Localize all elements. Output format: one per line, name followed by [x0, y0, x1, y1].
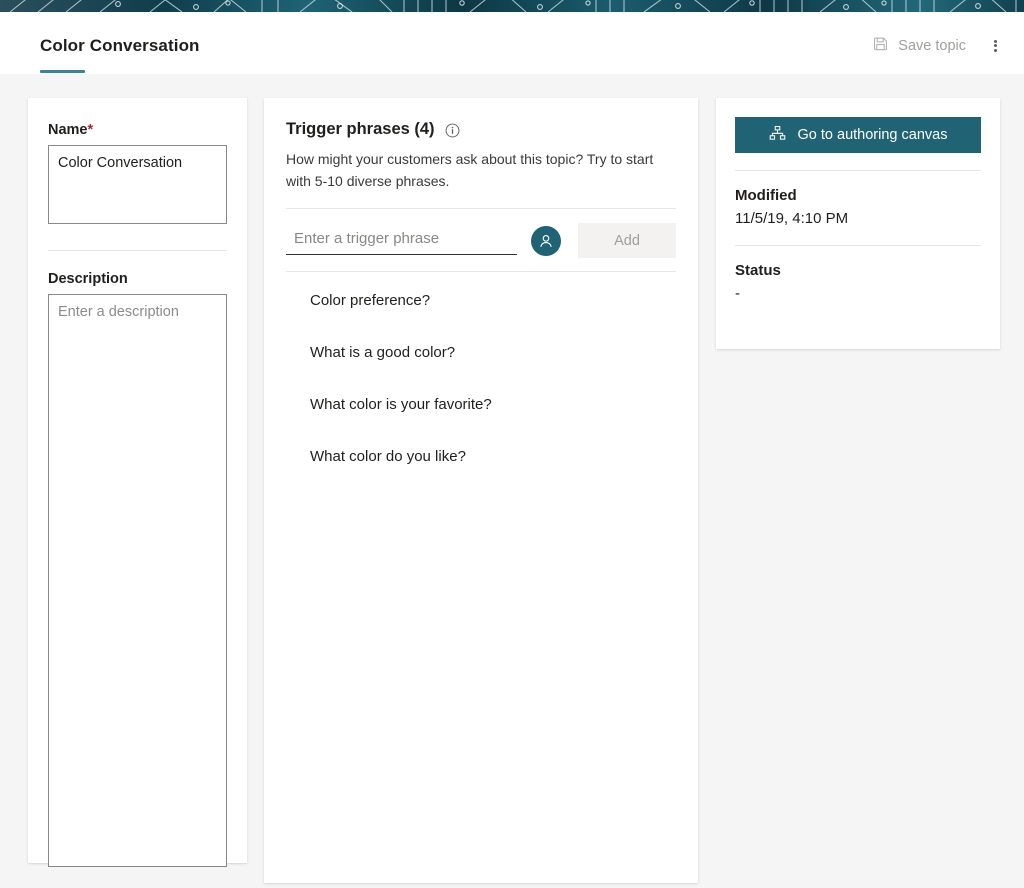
description-field-label: Description	[48, 271, 227, 287]
topic-details-card: Go to authoring canvas Modified 11/5/19,…	[716, 98, 1000, 349]
properties-divider	[48, 250, 227, 251]
modified-label: Modified	[735, 187, 981, 204]
name-input[interactable]	[48, 145, 227, 224]
trigger-phrases-card: Trigger phrases (4) How might your custo…	[264, 98, 698, 883]
details-divider-2	[735, 245, 981, 246]
save-topic-button[interactable]: Save topic	[864, 30, 976, 61]
save-topic-label: Save topic	[898, 38, 966, 54]
save-floppy-icon	[872, 35, 889, 56]
description-input[interactable]	[48, 294, 227, 867]
required-asterisk: *	[88, 122, 94, 138]
circuit-pattern-graphic	[0, 0, 1024, 12]
trigger-phrase-input[interactable]	[286, 226, 517, 255]
status-value: -	[735, 285, 981, 302]
circuit-pattern-banner	[0, 0, 1024, 12]
topic-properties-card: Name* Description	[28, 98, 247, 863]
topic-header: Color Conversation Save topic	[0, 12, 1024, 74]
modified-value: 11/5/19, 4:10 PM	[735, 210, 981, 227]
list-item[interactable]: What is a good color?	[286, 326, 676, 378]
name-field-label: Name*	[48, 122, 227, 138]
details-divider-1	[735, 170, 981, 171]
trigger-phrases-header: Trigger phrases (4)	[286, 120, 676, 139]
more-options-button[interactable]	[980, 31, 1010, 61]
add-trigger-phrase-button[interactable]: Add	[578, 223, 676, 258]
authoring-canvas-label: Go to authoring canvas	[798, 127, 948, 143]
go-to-authoring-canvas-button[interactable]: Go to authoring canvas	[735, 117, 981, 153]
list-item[interactable]: Color preference?	[286, 274, 676, 326]
trigger-phrase-entry-row: Add	[286, 209, 676, 271]
trigger-phrase-list: Color preference? What is a good color? …	[286, 274, 676, 482]
trigger-phrases-title: Trigger phrases (4)	[286, 120, 435, 139]
trigger-phrases-help-text: How might your customers ask about this …	[286, 148, 676, 192]
topic-details-page: Name* Description Trigger phrases (4)	[0, 74, 1024, 888]
list-item[interactable]: What color do you like?	[286, 430, 676, 482]
status-label: Status	[735, 262, 981, 279]
person-icon[interactable]	[531, 226, 561, 256]
header-actions: Save topic	[864, 30, 1010, 61]
more-vertical-icon	[994, 38, 997, 53]
info-circle-icon[interactable]	[445, 123, 460, 138]
hierarchy-icon	[769, 125, 786, 146]
active-tab-indicator	[40, 70, 85, 73]
trigger-input-bottom-divider	[286, 271, 676, 272]
list-item[interactable]: What color is your favorite?	[286, 378, 676, 430]
page-title: Color Conversation	[40, 36, 200, 56]
